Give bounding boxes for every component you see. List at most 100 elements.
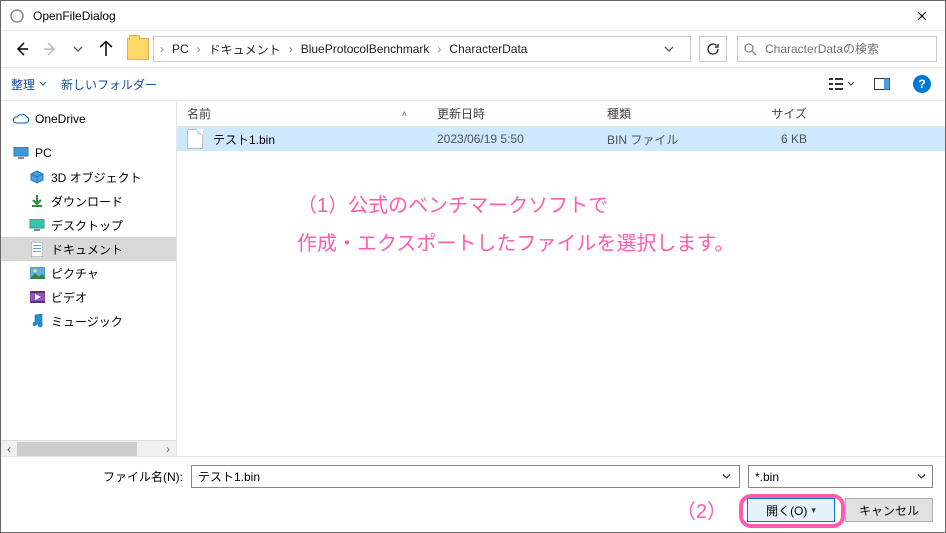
tree-item-downloads[interactable]: ダウンロード: [1, 189, 176, 213]
music-icon: [29, 313, 45, 329]
open-button[interactable]: 開く(O) ▾: [747, 498, 835, 522]
scroll-left-icon[interactable]: ‹: [1, 441, 17, 457]
tree-label: ミュージック: [51, 313, 123, 330]
footer: ファイル名(N): *.bin 開く(O) ▾ キャンセル: [1, 456, 945, 532]
cancel-button[interactable]: キャンセル: [845, 498, 933, 522]
pc-icon: [13, 145, 29, 161]
body: OneDrive PC 3D オブジェクト ダウンロード: [1, 101, 945, 456]
nav-tree: OneDrive PC 3D オブジェクト ダウンロード: [1, 101, 177, 456]
chevron-right-icon: ›: [435, 42, 443, 56]
tree-item-pictures[interactable]: ピクチャ: [1, 261, 176, 285]
folder-icon: [127, 38, 149, 60]
chevron-right-icon: ›: [158, 42, 166, 56]
help-icon: ?: [913, 75, 931, 93]
breadcrumb[interactable]: › PC › ドキュメント › BlueProtocolBenchmark › …: [153, 36, 691, 62]
toolbar: 整理 新しいフォルダー ?: [1, 67, 945, 101]
breadcrumb-dropdown[interactable]: [664, 44, 686, 54]
search-input[interactable]: [763, 41, 930, 57]
column-header-name[interactable]: 名前 ˄: [177, 105, 427, 122]
file-row[interactable]: テスト1.bin 2023/06/19 5:50 BIN ファイル 6 KB: [177, 127, 945, 151]
organize-label: 整理: [11, 76, 35, 93]
chevron-down-icon[interactable]: [917, 472, 926, 481]
tree-label: デスクトップ: [51, 217, 123, 234]
chevron-down-icon[interactable]: [718, 472, 735, 481]
filter-label: *.bin: [755, 470, 779, 484]
filter-combo[interactable]: *.bin: [748, 465, 933, 488]
split-chevron-icon[interactable]: ▾: [811, 505, 816, 516]
chevron-down-icon: [847, 80, 855, 88]
titlebar: OpenFileDialog: [1, 1, 945, 31]
chevron-right-icon: ›: [195, 42, 203, 56]
annotation-step1: （1）公式のベンチマークソフトで 作成・エクスポートしたファイルを選択します。: [297, 187, 734, 263]
tree-item-videos[interactable]: ビデオ: [1, 285, 176, 309]
onedrive-icon: [13, 111, 29, 127]
column-header-date[interactable]: 更新日時: [427, 105, 597, 122]
tree-label: ドキュメント: [51, 241, 123, 258]
desktop-icon: [29, 217, 45, 233]
tree-item-3d-objects[interactable]: 3D オブジェクト: [1, 165, 176, 189]
organize-button[interactable]: 整理: [11, 76, 47, 93]
search-icon: [744, 43, 757, 56]
tree-label: ダウンロード: [51, 193, 123, 210]
downloads-icon: [29, 193, 45, 209]
navbar: › PC › ドキュメント › BlueProtocolBenchmark › …: [1, 31, 945, 67]
new-folder-button[interactable]: 新しいフォルダー: [61, 76, 157, 93]
list-header: 名前 ˄ 更新日時 種類 サイズ: [177, 101, 945, 127]
window-title: OpenFileDialog: [33, 9, 899, 23]
search-box[interactable]: [737, 36, 937, 62]
breadcrumb-item[interactable]: ドキュメント: [205, 41, 285, 58]
tree-horizontal-scrollbar[interactable]: ‹ ›: [1, 440, 176, 456]
new-folder-label: 新しいフォルダー: [61, 76, 157, 93]
filename-input[interactable]: [196, 469, 718, 485]
file-icon: [187, 129, 203, 149]
tree-label: 3D オブジェクト: [51, 169, 142, 186]
tree-item-music[interactable]: ミュージック: [1, 309, 176, 333]
file-list: 名前 ˄ 更新日時 種類 サイズ テスト1.bin 2023/06/19 5:5…: [177, 101, 945, 456]
list-body: テスト1.bin 2023/06/19 5:50 BIN ファイル 6 KB （…: [177, 127, 945, 456]
tree-item-pc[interactable]: PC: [1, 141, 176, 165]
up-button[interactable]: [93, 36, 119, 62]
view-options-button[interactable]: [829, 73, 855, 95]
documents-icon: [29, 241, 45, 257]
back-button[interactable]: [9, 36, 35, 62]
breadcrumb-item[interactable]: BlueProtocolBenchmark: [297, 42, 434, 56]
preview-pane-button[interactable]: [869, 73, 895, 95]
file-type-cell: BIN ファイル: [597, 131, 727, 148]
scroll-thumb[interactable]: [17, 442, 137, 456]
chevron-right-icon: ›: [287, 42, 295, 56]
help-button[interactable]: ?: [909, 73, 935, 95]
column-header-size[interactable]: サイズ: [727, 105, 817, 122]
filename-label: ファイル名(N):: [13, 468, 183, 485]
cancel-label: キャンセル: [859, 502, 919, 519]
file-size-cell: 6 KB: [727, 132, 817, 146]
tree-label: PC: [35, 146, 52, 160]
3d-objects-icon: [29, 169, 45, 185]
videos-icon: [29, 289, 45, 305]
breadcrumb-item[interactable]: CharacterData: [445, 42, 531, 56]
recent-locations-button[interactable]: [65, 36, 91, 62]
refresh-button[interactable]: [699, 36, 727, 62]
sort-ascending-icon: ˄: [402, 109, 407, 119]
button-row: 開く(O) ▾ キャンセル: [13, 498, 933, 522]
app-icon: [9, 8, 25, 24]
chevron-down-icon: [39, 80, 47, 88]
open-file-dialog: OpenFileDialog › PC › ドキュメント › BlueProto…: [0, 0, 946, 533]
tree-label: ピクチャ: [51, 265, 99, 282]
tree-label: OneDrive: [35, 112, 86, 126]
file-name-cell: テスト1.bin: [177, 129, 427, 149]
file-date-cell: 2023/06/19 5:50: [427, 132, 597, 146]
breadcrumb-item[interactable]: PC: [168, 42, 193, 56]
filename-combo[interactable]: [191, 465, 740, 488]
open-label: 開く(O): [766, 502, 807, 519]
close-button[interactable]: [899, 1, 945, 31]
filename-row: ファイル名(N): *.bin: [13, 465, 933, 488]
scroll-right-icon[interactable]: ›: [160, 441, 176, 457]
pictures-icon: [29, 265, 45, 281]
tree-label: ビデオ: [51, 289, 87, 306]
forward-button[interactable]: [37, 36, 63, 62]
tree-item-desktop[interactable]: デスクトップ: [1, 213, 176, 237]
column-header-type[interactable]: 種類: [597, 105, 727, 122]
tree-item-documents[interactable]: ドキュメント: [1, 237, 176, 261]
file-name: テスト1.bin: [213, 131, 275, 148]
tree-item-onedrive[interactable]: OneDrive: [1, 107, 176, 131]
